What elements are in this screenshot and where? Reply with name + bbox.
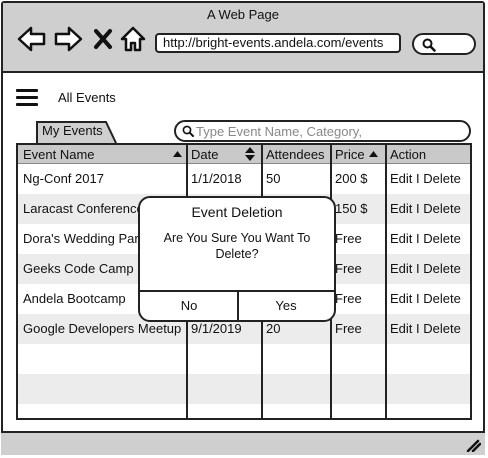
- attendees-cell: 20: [266, 321, 281, 336]
- dialog-message: Are You Sure You Want To Delete?: [163, 231, 311, 261]
- column-header-event-name[interactable]: Event Name: [23, 147, 95, 162]
- column-header-price[interactable]: Price: [335, 147, 365, 162]
- close-x-icon[interactable]: [93, 28, 113, 50]
- table-row[interactable]: Ng-Conf 2017 1/1/2018 50 200 $ Edit I De…: [18, 164, 470, 194]
- price-cell: Free: [335, 291, 362, 306]
- event-name-cell: Google Developers Meetup: [23, 321, 182, 336]
- price-cell: 150 $: [335, 201, 368, 216]
- browser-titlebar: A Web Page http://bright-events.andela.c…: [3, 3, 483, 73]
- browser-statusbar: [1, 431, 485, 455]
- hamburger-menu-icon[interactable]: [16, 89, 38, 107]
- sort-up-icon[interactable]: [369, 151, 378, 157]
- home-icon[interactable]: [120, 25, 146, 53]
- action-links[interactable]: Edit I Delete: [390, 171, 461, 186]
- tab-label: My Events: [42, 123, 103, 138]
- event-filter-field[interactable]: [174, 120, 471, 142]
- sort-up-icon[interactable]: [173, 151, 182, 157]
- action-links[interactable]: Edit I Delete: [390, 201, 461, 216]
- window-title: A Web Page: [206, 7, 280, 22]
- browser-search-field[interactable]: [412, 33, 476, 55]
- no-button[interactable]: No: [140, 290, 238, 320]
- search-icon: [182, 125, 194, 137]
- yes-button[interactable]: Yes: [238, 290, 334, 320]
- event-name-cell: Ng-Conf 2017: [23, 171, 104, 186]
- sort-both-icon[interactable]: [245, 147, 255, 161]
- price-cell: Free: [335, 231, 362, 246]
- dialog-button-divider: [237, 290, 239, 320]
- date-cell: 1/1/2018: [191, 171, 242, 186]
- back-arrow-icon[interactable]: [17, 25, 47, 53]
- price-cell: Free: [335, 321, 362, 336]
- table-header: Event Name Date Attendees Price Action: [18, 145, 470, 164]
- date-cell: 9/1/2019: [191, 321, 242, 336]
- column-header-action[interactable]: Action: [390, 147, 426, 162]
- column-header-date[interactable]: Date: [191, 147, 218, 162]
- dialog-title: Event Deletion: [191, 204, 283, 220]
- event-filter-input[interactable]: [196, 123, 456, 139]
- action-links[interactable]: Edit I Delete: [390, 261, 461, 276]
- empty-table-row: [18, 344, 470, 374]
- empty-table-row: [18, 374, 470, 404]
- search-icon: [422, 38, 436, 52]
- price-cell: 200 $: [335, 171, 368, 186]
- forward-arrow-icon[interactable]: [53, 25, 83, 53]
- nav-title: All Events: [58, 90, 116, 105]
- resize-grip-icon[interactable]: [465, 438, 481, 452]
- delete-confirmation-dialog: Event Deletion Are You Sure You Want To …: [138, 196, 336, 322]
- url-bar[interactable]: http://bright-events.andela.com/events: [155, 33, 401, 53]
- column-divider: [385, 145, 387, 418]
- price-cell: Free: [335, 261, 362, 276]
- column-header-attendees[interactable]: Attendees: [266, 147, 325, 162]
- attendees-cell: 50: [266, 171, 281, 186]
- tab-my-events[interactable]: My Events: [36, 120, 117, 144]
- action-links[interactable]: Edit I Delete: [390, 291, 461, 306]
- action-links[interactable]: Edit I Delete: [390, 321, 461, 336]
- action-links[interactable]: Edit I Delete: [390, 231, 461, 246]
